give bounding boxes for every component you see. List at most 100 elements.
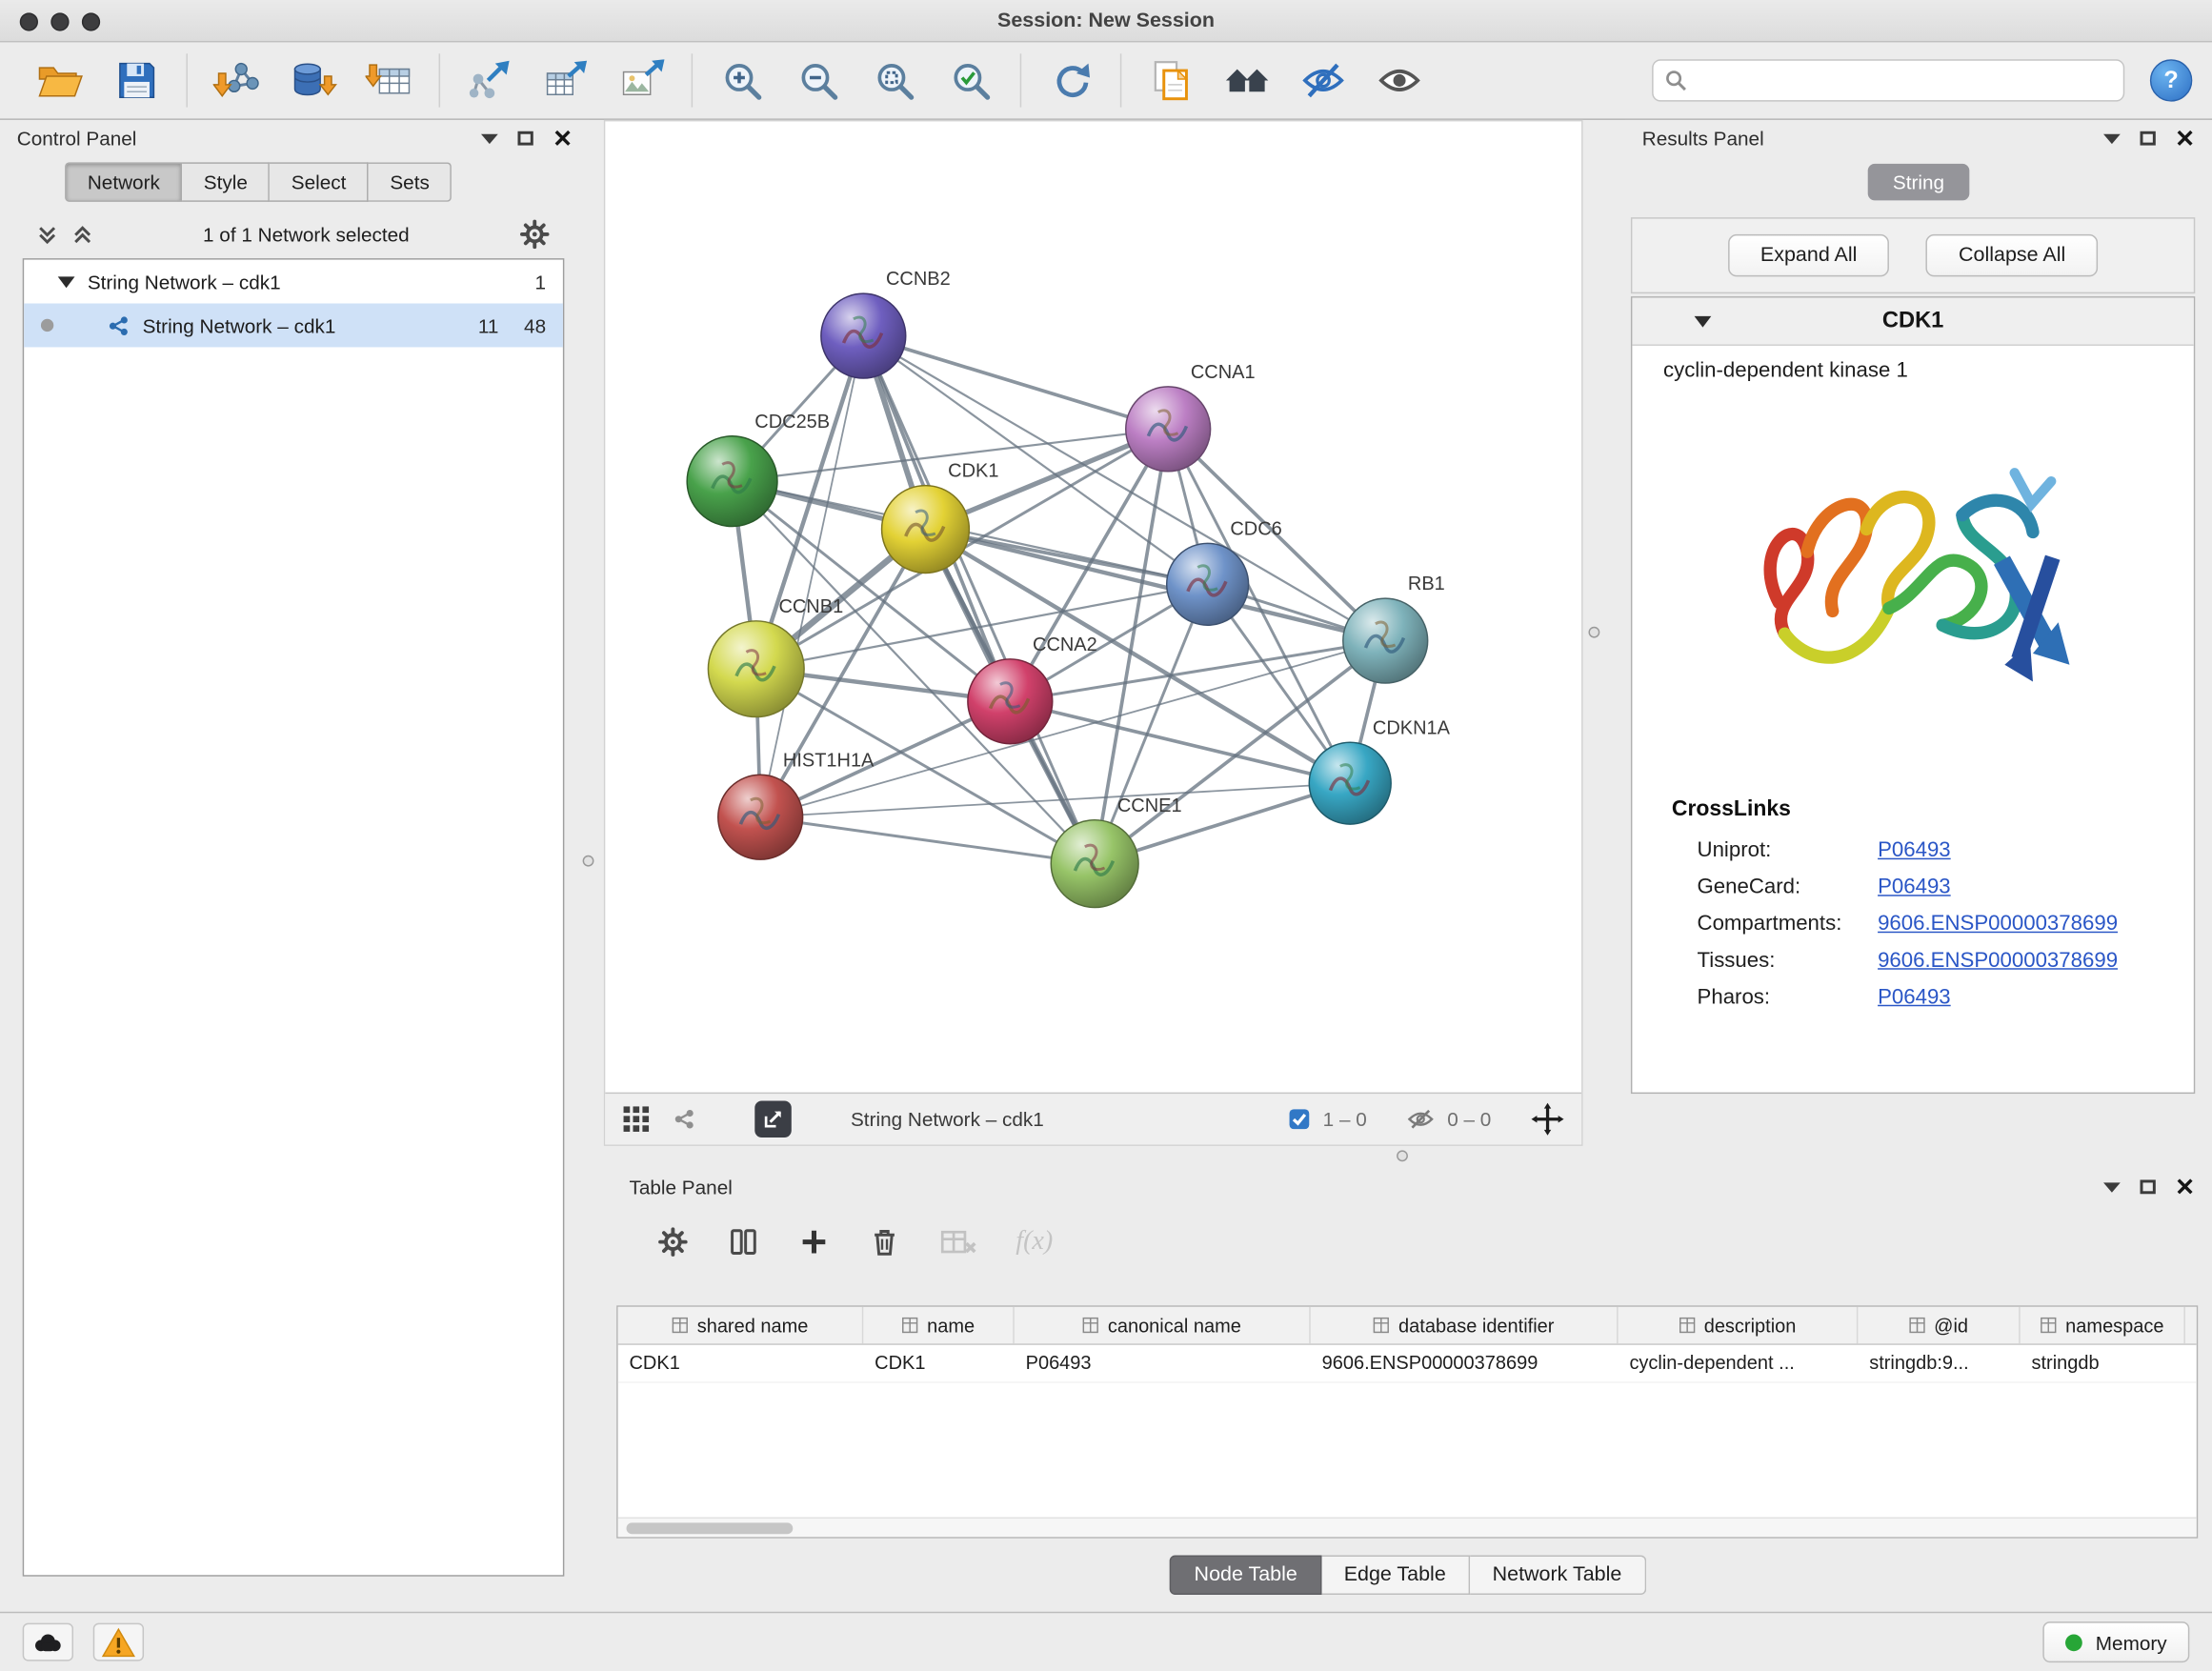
network-row[interactable]: String Network – cdk1 11 48	[24, 304, 563, 348]
edge-CCNB2-CCNA1[interactable]	[863, 336, 1168, 430]
export-table-button[interactable]	[539, 53, 593, 107]
zoom-out-button[interactable]	[792, 53, 845, 107]
birds-eye-view-icon[interactable]	[622, 1105, 651, 1134]
panel-menu-icon[interactable]	[481, 133, 498, 143]
show-columns-icon[interactable]	[728, 1226, 759, 1258]
warnings-button[interactable]	[93, 1623, 144, 1661]
column-header-description[interactable]: description	[1619, 1307, 1859, 1344]
tab-node-table[interactable]: Node Table	[1170, 1556, 1321, 1595]
share-network-icon[interactable]	[673, 1108, 695, 1131]
right-splitter-grip[interactable]	[1588, 627, 1599, 638]
apply-layout-button[interactable]	[1044, 53, 1097, 107]
network-node-CCNE1[interactable]	[1051, 820, 1138, 908]
expand-all-button[interactable]: Expand All	[1728, 234, 1890, 276]
edge-CCNB2-HIST1H1A[interactable]	[760, 336, 863, 817]
memory-button[interactable]: Memory	[2043, 1621, 2189, 1662]
tab-sets[interactable]: Sets	[369, 162, 452, 201]
open-in-new-window-button[interactable]	[754, 1100, 792, 1137]
network-canvas[interactable]: CCNB2CCNA1CDC25BCDK1CDC6RB1CCNB1CCNA2CDK…	[605, 121, 1581, 1092]
window-close-button[interactable]	[20, 12, 38, 30]
function-builder-button[interactable]: f(x)	[1016, 1226, 1053, 1258]
import-network-database-button[interactable]	[287, 53, 340, 107]
panel-float-icon[interactable]	[2140, 131, 2155, 146]
hidden-eye-icon[interactable]	[1406, 1108, 1435, 1131]
window-minimize-button[interactable]	[50, 12, 69, 30]
edge-CCNB2-CCNE1[interactable]	[863, 336, 1095, 864]
gear-icon[interactable]	[657, 1226, 689, 1258]
window-zoom-button[interactable]	[82, 12, 100, 30]
horizontal-scrollbar[interactable]	[618, 1518, 2197, 1538]
hide-selected-button[interactable]	[1297, 53, 1350, 107]
column-header-id[interactable]: @id	[1858, 1307, 2020, 1344]
column-header-database-identifier[interactable]: database identifier	[1311, 1307, 1619, 1344]
save-session-button[interactable]	[111, 53, 164, 107]
zoom-fit-button[interactable]	[868, 53, 921, 107]
tab-edge-table[interactable]: Edge Table	[1321, 1556, 1470, 1595]
document-copy-button[interactable]	[1144, 53, 1197, 107]
collapse-all-icon[interactable]	[37, 224, 58, 245]
tab-network[interactable]: Network	[65, 162, 182, 201]
column-header-canonical-name[interactable]: canonical name	[1015, 1307, 1311, 1344]
search-input[interactable]	[1696, 70, 2112, 92]
panel-menu-icon[interactable]	[2103, 133, 2121, 143]
panel-float-icon[interactable]	[2140, 1179, 2155, 1194]
import-table-button[interactable]	[363, 53, 416, 107]
panel-float-icon[interactable]	[517, 131, 533, 146]
zoom-in-button[interactable]	[715, 53, 769, 107]
tab-network-table[interactable]: Network Table	[1470, 1556, 1646, 1595]
crosslink-value-link[interactable]: 9606.ENSP00000378699	[1878, 911, 2118, 935]
selected-checkbox-icon[interactable]	[1288, 1108, 1311, 1131]
left-splitter-grip[interactable]	[583, 856, 594, 867]
network-node-CCNB1[interactable]	[708, 621, 804, 717]
network-node-CCNA2[interactable]	[968, 659, 1053, 744]
help-button[interactable]: ?	[2150, 59, 2192, 101]
delete-table-icon[interactable]	[939, 1226, 976, 1258]
crosslink-value-link[interactable]: P06493	[1878, 837, 1951, 861]
collapse-all-button[interactable]: Collapse All	[1926, 234, 2098, 276]
bottom-splitter-grip[interactable]	[1397, 1150, 1408, 1161]
gene-entry-header[interactable]: CDK1	[1632, 298, 2193, 346]
scrollbar-thumb[interactable]	[627, 1522, 794, 1534]
network-collection-row[interactable]: String Network – cdk1 1	[24, 260, 563, 304]
network-node-HIST1H1A[interactable]	[718, 775, 803, 859]
string-home-button[interactable]	[1220, 53, 1274, 107]
pan-move-icon[interactable]	[1531, 1102, 1565, 1137]
column-header-namespace[interactable]: namespace	[2021, 1307, 2185, 1344]
panel-close-icon[interactable]: ✕	[2175, 1175, 2195, 1198]
network-node-CDC25B[interactable]	[687, 436, 777, 527]
network-node-CDK1[interactable]	[882, 486, 970, 574]
open-session-button[interactable]	[34, 53, 88, 107]
crosslink-value-link[interactable]: 9606.ENSP00000378699	[1878, 948, 2118, 972]
export-image-button[interactable]	[615, 53, 669, 107]
panel-menu-icon[interactable]	[2103, 1182, 2121, 1192]
network-node-CDC6[interactable]	[1167, 543, 1249, 625]
tab-string[interactable]: String	[1867, 164, 1969, 201]
show-all-button[interactable]	[1373, 53, 1426, 107]
cloud-status-button[interactable]	[23, 1623, 73, 1661]
zoom-selected-button[interactable]	[944, 53, 997, 107]
edge-RB1-HIST1H1A[interactable]	[760, 641, 1385, 817]
crosslink-value-link[interactable]: P06493	[1878, 875, 1951, 898]
disclosure-triangle-icon[interactable]	[58, 276, 75, 288]
column-header-name[interactable]: name	[863, 1307, 1014, 1344]
delete-column-icon[interactable]	[869, 1226, 900, 1258]
network-node-RB1[interactable]	[1343, 598, 1428, 683]
tab-select[interactable]: Select	[271, 162, 370, 201]
panel-close-icon[interactable]: ✕	[553, 127, 573, 151]
expand-all-icon[interactable]	[72, 224, 93, 245]
edge-HIST1H1A-CCNE1[interactable]	[760, 817, 1095, 864]
network-node-CDKN1A[interactable]	[1309, 742, 1391, 824]
network-node-CCNB2[interactable]	[821, 293, 906, 378]
crosslink-value-link[interactable]: P06493	[1878, 984, 1951, 1008]
network-node-CCNA1[interactable]	[1126, 387, 1211, 472]
gear-icon[interactable]	[519, 219, 551, 251]
disclosure-triangle-icon[interactable]	[1695, 315, 1712, 327]
import-network-file-button[interactable]	[211, 53, 264, 107]
panel-close-icon[interactable]: ✕	[2175, 127, 2195, 151]
tab-style[interactable]: Style	[183, 162, 271, 201]
search-box[interactable]	[1652, 59, 2124, 101]
export-network-button[interactable]	[463, 53, 516, 107]
table-row[interactable]: CDK1CDK1P064939606.ENSP00000378699cyclin…	[618, 1345, 2197, 1383]
column-header-shared-name[interactable]: shared name	[618, 1307, 864, 1344]
add-column-icon[interactable]	[798, 1226, 830, 1258]
